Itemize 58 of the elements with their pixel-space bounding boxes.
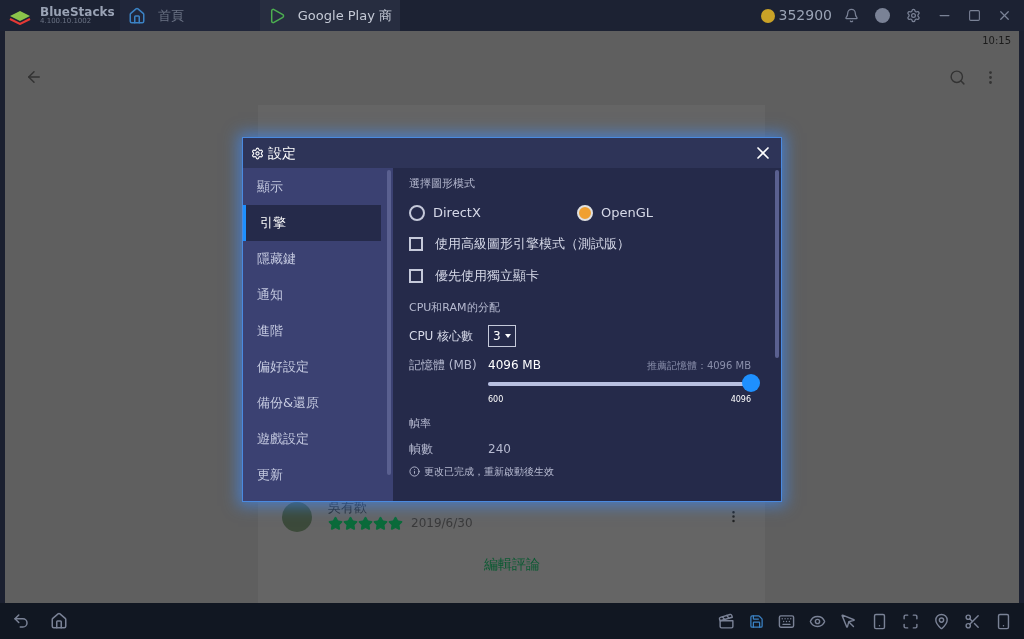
settings-icon [251,146,264,160]
caret-icon [504,334,511,338]
sidebar-item[interactable]: 顯示 [243,169,381,205]
bell-icon[interactable] [844,8,859,23]
memory-label: 記憶體 (MB) [409,357,478,374]
section-heading: CPU和RAM的分配 [409,300,501,316]
radio-button[interactable] [577,205,593,221]
sidebar-item[interactable]: 更新 [243,457,381,493]
radio-option[interactable]: DirectX [409,203,577,223]
sidebar-item[interactable]: 隱藏鍵 [243,241,381,277]
pointer-icon[interactable] [840,612,857,630]
phone-icon[interactable] [995,612,1012,630]
cpu-label: CPU 核心數 [409,328,475,345]
fps-value: 240 [488,441,511,458]
coin-icon [760,8,775,23]
profile-icon[interactable] [875,8,890,23]
checkbox[interactable] [409,237,423,251]
app-tab[interactable]: Google Play 商 [260,0,400,31]
play-store-icon [268,6,286,25]
home-icon[interactable] [50,612,68,630]
radio-option[interactable]: OpenGL [577,203,745,223]
maximize-icon[interactable] [968,9,981,22]
scissors-icon[interactable] [964,612,981,630]
avatar [282,501,312,532]
fps-label: 幀數 [409,441,434,458]
back-icon[interactable] [12,612,30,630]
fullscreen-icon[interactable] [902,612,919,630]
sidebar-item[interactable]: 備份&還原 [243,385,381,421]
radio-button[interactable] [409,205,425,221]
app-name: BlueStacks [40,6,115,18]
info-icon [409,466,420,477]
sidebar-item[interactable]: 進階 [243,313,381,349]
memory-recommendation: 推薦記憶體：4096 MB [646,358,751,373]
slider-min-label: 600 [488,394,504,406]
slider-max-label: 4096 [730,394,751,406]
restart-note: 更改已完成，重新啟動後生效 [424,465,554,479]
section-heading: 選擇圖形模式 [409,176,476,192]
coin-count: 352900 [778,6,832,25]
save-icon[interactable] [749,613,764,629]
settings-icon[interactable] [906,8,921,23]
dialog-title: 設定 [268,143,296,163]
sidebar-item[interactable]: 偏好設定 [243,349,381,385]
location-icon[interactable] [933,612,950,630]
memory-slider-thumb[interactable] [742,374,760,392]
sidebar-item[interactable]: 引擎 [243,205,381,241]
checkbox[interactable] [409,269,423,283]
home-icon [128,6,146,25]
keyboard-icon[interactable] [778,612,795,630]
app-tab[interactable]: 首頁 [120,0,260,31]
section-heading: 幀率 [409,416,432,432]
video-icon[interactable] [718,612,735,630]
sidebar-item[interactable]: 通知 [243,277,381,313]
cpu-dropdown[interactable]: 3 [488,325,516,347]
memory-value: 4096 MB [488,357,541,374]
sidebar-item[interactable]: 遊戲設定 [243,421,381,457]
clock-text: 10:15 [982,33,1011,48]
checkbox-label: 使用高級圖形引擎模式（測試版） [435,235,630,254]
checkbox-label: 優先使用獨立顯卡 [435,267,539,286]
